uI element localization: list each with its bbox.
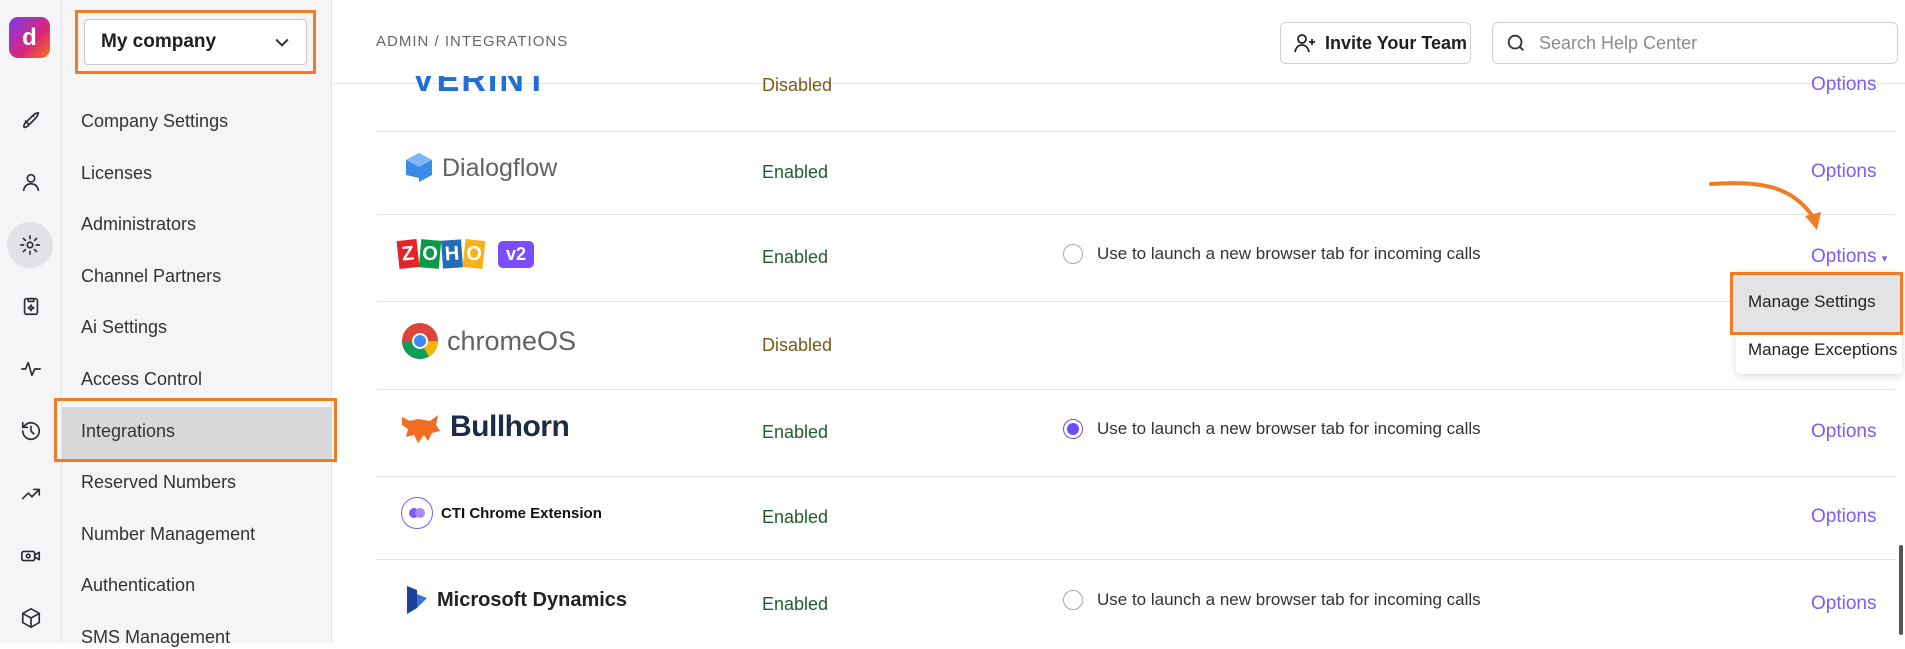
search-box[interactable] xyxy=(1492,22,1898,64)
options-link-cti-extension[interactable]: Options xyxy=(1811,505,1876,529)
sidebar-item-company-settings[interactable]: Company Settings xyxy=(81,109,228,133)
row-divider xyxy=(377,131,1895,132)
rocket-icon[interactable] xyxy=(13,103,49,139)
box-icon[interactable] xyxy=(13,600,49,636)
dynamics-name: Microsoft Dynamics xyxy=(437,588,628,611)
zoho-launch-label: Use to launch a new browser tab for inco… xyxy=(1097,244,1481,263)
dynamics-launch-radio[interactable] xyxy=(1063,590,1083,610)
status-chromeos: Disabled xyxy=(762,335,833,355)
dynamics-launch-option[interactable]: Use to launch a new browser tab for inco… xyxy=(1063,590,1481,610)
sidebar-item-access-control[interactable]: Access Control xyxy=(81,367,202,391)
user-icon[interactable] xyxy=(13,164,49,200)
chromeos-name: chromeOS xyxy=(447,325,577,356)
invite-label: Invite Your Team xyxy=(1325,32,1468,53)
row-divider xyxy=(377,389,1895,390)
zoho-wordmark: Z O H O xyxy=(396,239,486,269)
zoho-launch-option[interactable]: Use to launch a new browser tab for inco… xyxy=(1063,244,1481,264)
bullhorn-launch-label: Use to launch a new browser tab for inco… xyxy=(1097,419,1481,438)
sidebar-item-sms-management[interactable]: SMS Management xyxy=(81,625,230,649)
bullhorn-name: Bullhorn xyxy=(450,410,570,443)
dynamics-logo: Microsoft Dynamics xyxy=(405,584,627,616)
dynamics-icon xyxy=(407,586,427,614)
zoho-launch-radio[interactable] xyxy=(1063,244,1083,264)
bullhorn-launch-option[interactable]: Use to launch a new browser tab for inco… xyxy=(1063,419,1481,439)
options-link-bullhorn[interactable]: Options xyxy=(1811,420,1876,444)
gear-icon[interactable] xyxy=(7,222,53,268)
sidebar-item-reserved-numbers[interactable]: Reserved Numbers xyxy=(81,470,236,494)
options-link-dynamics[interactable]: Options xyxy=(1811,592,1876,616)
chromeos-logo: chromeOS xyxy=(401,322,576,360)
sidebar-item-authentication[interactable]: Authentication xyxy=(81,573,195,597)
search-input[interactable] xyxy=(1539,32,1879,54)
sidebar-item-administrators[interactable]: Administrators xyxy=(81,212,196,236)
row-divider xyxy=(377,301,1895,302)
icon-rail: d xyxy=(0,0,62,643)
video-settings-icon[interactable] xyxy=(13,538,49,574)
scrollbar[interactable] xyxy=(1899,545,1903,635)
sidebar-item-ai-settings[interactable]: Ai Settings xyxy=(81,315,167,339)
history-icon[interactable] xyxy=(13,413,49,449)
chrome-icon xyxy=(402,323,438,360)
zoho-logo: Z O H O v2 xyxy=(396,239,535,269)
row-divider xyxy=(377,476,1895,477)
dialogflow-name: Dialogflow xyxy=(442,153,558,182)
pointer-arrow-icon xyxy=(1709,181,1821,230)
user-plus-icon xyxy=(1294,34,1315,53)
cti-extension-name: CTI Chrome Extension xyxy=(441,504,602,522)
invite-team-button[interactable]: Invite Your Team xyxy=(1280,22,1471,64)
menu-item-manage-exceptions[interactable]: Manage Exceptions xyxy=(1748,340,1897,360)
bull-icon xyxy=(402,415,440,443)
bullhorn-logo: Bullhorn xyxy=(400,407,570,447)
sidebar-item-channel-partners[interactable]: Channel Partners xyxy=(81,264,221,288)
menu-item-manage-settings[interactable]: Manage Settings xyxy=(1748,292,1876,312)
breadcrumb: ADMIN / INTEGRATIONS xyxy=(376,33,569,50)
status-dynamics: Enabled xyxy=(762,594,829,614)
dialogflow-icon xyxy=(406,153,432,182)
company-name: My company xyxy=(101,31,217,52)
options-link-verint[interactable]: Options xyxy=(1811,73,1876,97)
sidebar-item-number-management[interactable]: Number Management xyxy=(81,522,255,546)
status-zoho: Enabled xyxy=(762,247,829,267)
clipboard-sparkle-icon[interactable] xyxy=(13,288,49,324)
logo-letter: d xyxy=(22,23,37,51)
app-logo[interactable]: d xyxy=(9,17,50,58)
dynamics-launch-label: Use to launch a new browser tab for inco… xyxy=(1097,590,1481,609)
sidebar-item-licenses[interactable]: Licenses xyxy=(81,161,152,185)
activity-icon[interactable] xyxy=(13,351,49,387)
search-icon xyxy=(1507,34,1524,51)
cti-extension-logo: CTI Chrome Extension xyxy=(401,497,602,529)
status-bullhorn: Enabled xyxy=(762,422,829,442)
trend-icon[interactable] xyxy=(13,476,49,512)
status-verint: Disabled xyxy=(762,75,833,95)
cti-icon xyxy=(401,497,433,529)
integrations-highlight xyxy=(54,398,337,462)
chevron-down-icon xyxy=(275,38,289,47)
bullhorn-launch-radio[interactable] xyxy=(1063,419,1083,439)
row-divider xyxy=(377,559,1895,560)
dialogflow-logo: Dialogflow xyxy=(404,151,557,185)
row-divider xyxy=(377,214,1895,215)
caret-down-icon: ▾ xyxy=(1881,253,1888,265)
zoho-version-badge: v2 xyxy=(498,240,535,268)
options-link-zoho[interactable]: Options ▾ xyxy=(1811,245,1887,271)
company-select[interactable]: My company xyxy=(84,19,307,65)
status-cti-extension: Enabled xyxy=(762,507,829,527)
status-dialogflow: Enabled xyxy=(762,162,829,182)
